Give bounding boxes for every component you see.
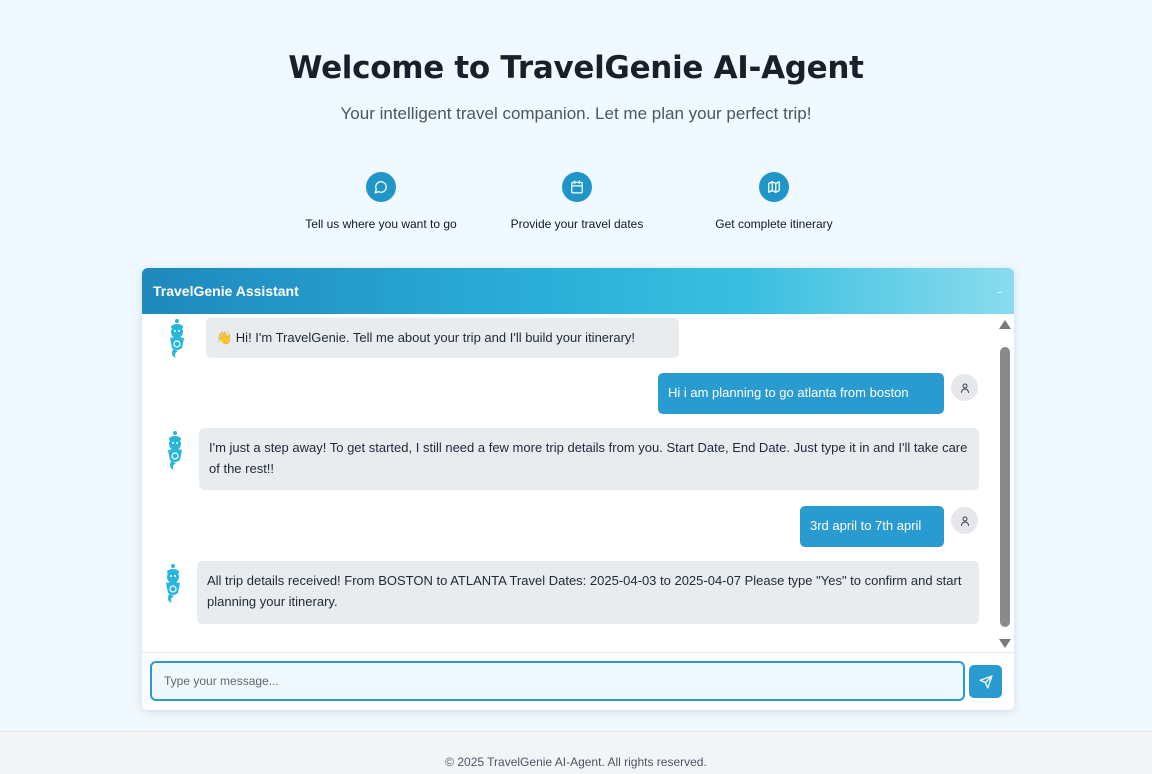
genie-avatar-icon bbox=[170, 319, 184, 358]
composer bbox=[142, 652, 1014, 710]
scroll-thumb[interactable] bbox=[1000, 347, 1010, 627]
chat-header: TravelGenie Assistant - bbox=[142, 268, 1014, 314]
step-dates: Provide your travel dates bbox=[467, 172, 687, 231]
copyright-text: © 2025 TravelGenie AI-Agent. All rights … bbox=[445, 755, 707, 769]
user-avatar-icon bbox=[951, 374, 978, 401]
message-text: All trip details received! From BOSTON t… bbox=[197, 561, 979, 624]
chat-widget: TravelGenie Assistant - 👋 Hi! I'm Travel… bbox=[142, 268, 1014, 710]
message-text: 👋 Hi! I'm TravelGenie. Tell me about you… bbox=[206, 318, 679, 358]
step-label: Get complete itinerary bbox=[715, 217, 833, 231]
step-label: Tell us where you want to go bbox=[305, 217, 457, 231]
send-button[interactable] bbox=[969, 665, 1002, 698]
message-text: Hi i am planning to go atlanta from bost… bbox=[658, 373, 944, 414]
step-destination: Tell us where you want to go bbox=[271, 172, 491, 231]
hero: Welcome to TravelGenie AI-Agent Your int… bbox=[0, 0, 1152, 124]
message-text: I'm just a step away! To get started, I … bbox=[199, 428, 979, 490]
message-text: 3rd april to 7th april bbox=[800, 506, 944, 547]
genie-avatar-icon bbox=[168, 431, 182, 470]
user-avatar-icon bbox=[951, 507, 978, 534]
map-icon bbox=[759, 172, 789, 202]
scroll-down-arrow-icon[interactable] bbox=[999, 639, 1011, 648]
step-itinerary: Get complete itinerary bbox=[664, 172, 884, 231]
chat-bubble-icon bbox=[366, 172, 396, 202]
step-label: Provide your travel dates bbox=[510, 217, 644, 231]
scrollbar[interactable] bbox=[998, 318, 1012, 650]
page-subtitle: Your intelligent travel companion. Let m… bbox=[340, 104, 812, 123]
footer: © 2025 TravelGenie AI-Agent. All rights … bbox=[0, 731, 1152, 774]
genie-avatar-icon bbox=[166, 564, 180, 603]
scroll-up-arrow-icon[interactable] bbox=[999, 320, 1011, 329]
minimize-button[interactable]: - bbox=[998, 284, 1002, 299]
chat-title: TravelGenie Assistant bbox=[153, 283, 299, 299]
page-title: Welcome to TravelGenie AI-Agent bbox=[288, 50, 864, 86]
send-icon bbox=[979, 675, 992, 688]
calendar-icon bbox=[562, 172, 592, 202]
message-list[interactable]: 👋 Hi! I'm TravelGenie. Tell me about you… bbox=[142, 314, 1014, 652]
message-input[interactable] bbox=[150, 661, 965, 701]
